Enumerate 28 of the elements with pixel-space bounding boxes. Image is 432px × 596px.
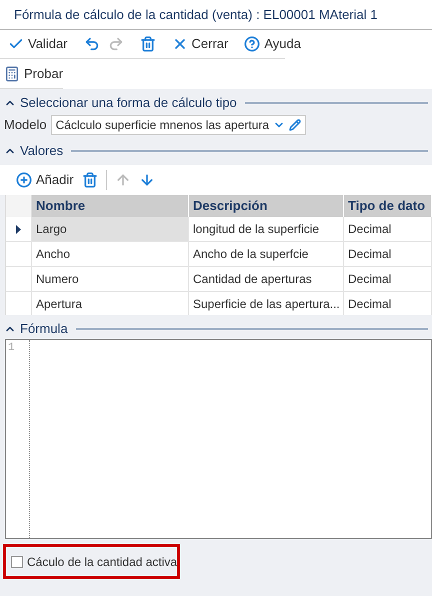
window-title: Fórmula de cálculo de la cantidad (venta) : EL00001 MAterial 1 <box>14 6 378 24</box>
line-number: 1 <box>7 341 16 356</box>
table-cell: Superficie de las apertura... <box>189 292 344 315</box>
field-label: Modelo <box>4 116 47 134</box>
toolbar-button[interactable]: Validar <box>4 32 72 56</box>
toolbar-button[interactable]: Cerrar <box>168 32 232 56</box>
checkbox-label: Cáculo de la cantidad activa <box>27 554 178 570</box>
test-button[interactable]: Probar <box>4 64 64 84</box>
table-cell: Decimal <box>344 292 432 315</box>
table-cell: Cantidad de aperturas <box>189 267 344 292</box>
table-cell: Decimal <box>344 242 432 267</box>
table-cell: Ancho <box>32 242 189 267</box>
column-header[interactable]: Descripción <box>189 195 344 217</box>
section-title: Fórmula <box>20 320 68 338</box>
section-title: Seleccionar una forma de cálculo tipo <box>20 94 237 112</box>
toolbar-button[interactable]: Añadir <box>12 168 78 192</box>
column-header[interactable]: Nombre <box>32 195 189 217</box>
table-cell: Numero <box>32 267 189 292</box>
section-title: Valores <box>20 142 64 160</box>
table-cell: longitud de la superficie <box>189 217 344 242</box>
table-cell: Largo <box>32 217 189 242</box>
toolbar-button[interactable]: Ayuda <box>240 32 305 56</box>
table-cell: Ancho de la superfcie <box>189 242 344 267</box>
model-dropdown[interactable]: Cáclculo superficie mnenos las apertura <box>50 115 306 135</box>
table-cell: Apertura <box>32 292 189 315</box>
table-cell: Decimal <box>344 217 432 242</box>
table-cell: Decimal <box>344 267 432 292</box>
column-header[interactable]: Tipo de dato <box>344 195 432 217</box>
